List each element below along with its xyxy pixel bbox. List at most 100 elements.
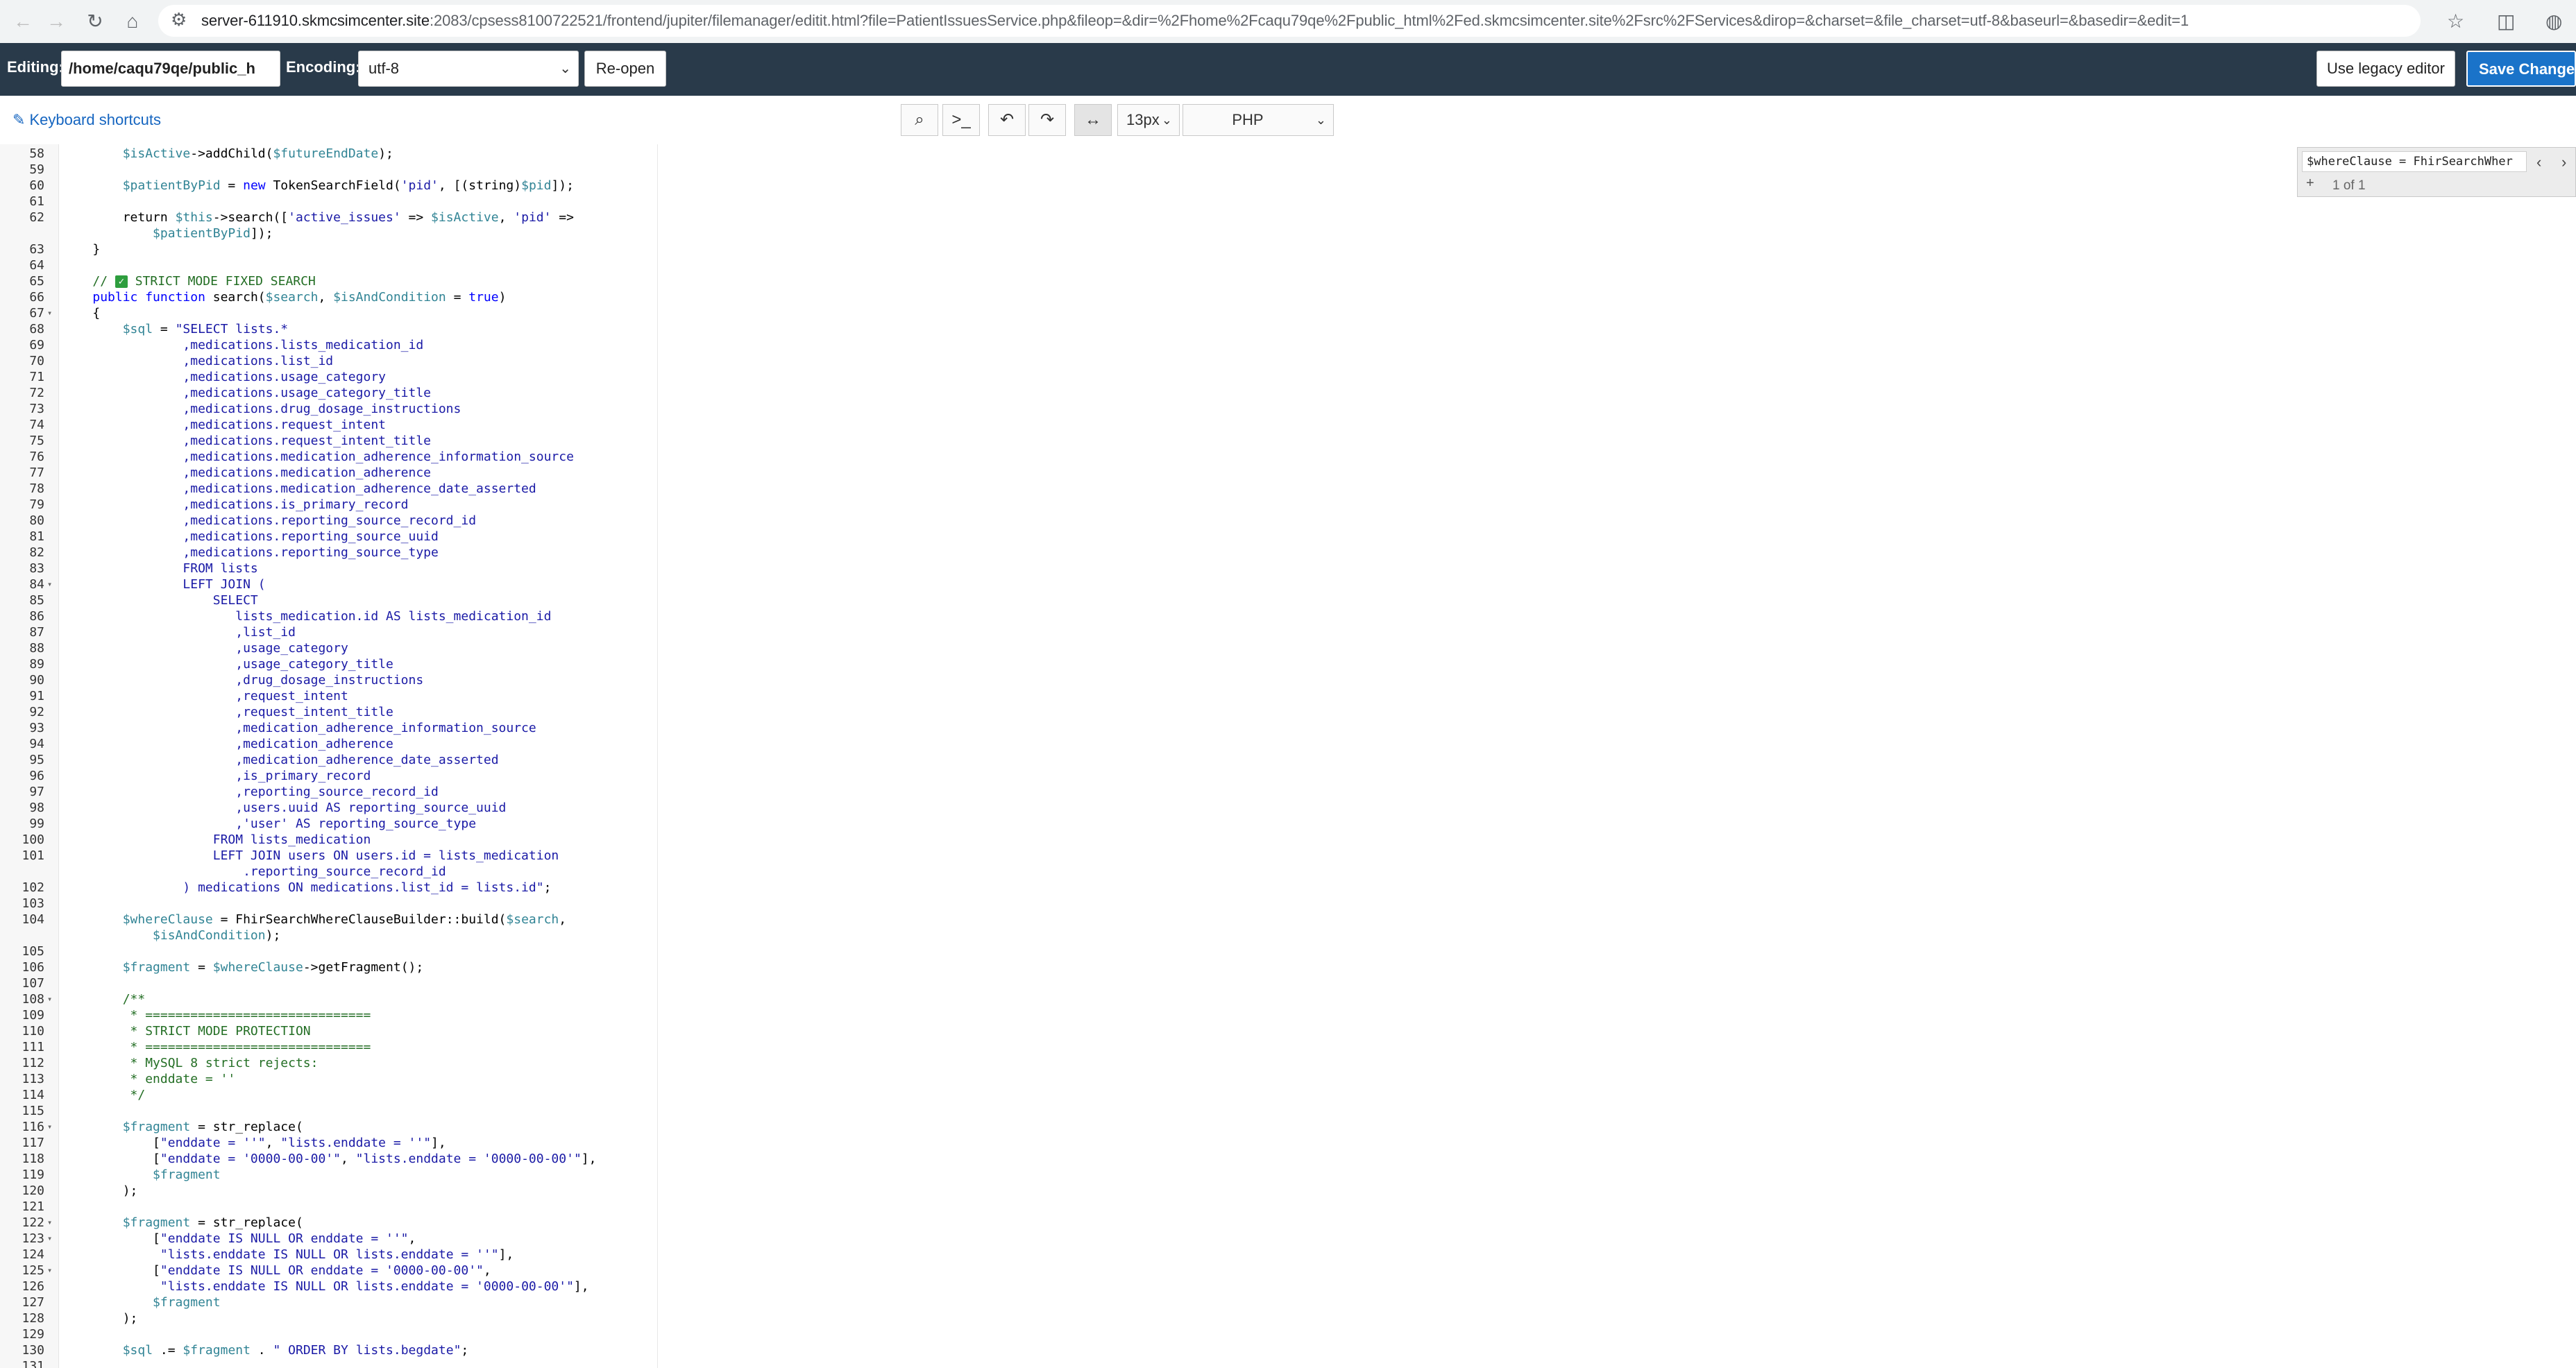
code-line[interactable]: 111 * ============================== bbox=[0, 1039, 2568, 1055]
address-url[interactable]: server-611910.skmcsimcenter.site:2083/cp… bbox=[201, 12, 2189, 30]
fold-toggle-icon[interactable]: ▾ bbox=[47, 1231, 52, 1247]
code-line[interactable]: 77 ,medications.medication_adherence bbox=[0, 465, 2568, 481]
code-line[interactable]: 103 bbox=[0, 896, 2568, 912]
code-line[interactable]: 76 ,medications.medication_adherence_inf… bbox=[0, 449, 2568, 465]
code-line[interactable]: 86 lists_medication.id AS lists_medicati… bbox=[0, 608, 2568, 624]
code-line[interactable]: 99 ,'user' AS reporting_source_type bbox=[0, 816, 2568, 832]
keyboard-shortcuts-link[interactable]: ✎ Keyboard shortcuts bbox=[12, 111, 161, 129]
fold-toggle-icon[interactable]: ▾ bbox=[47, 1263, 52, 1279]
code-line[interactable]: 131 bbox=[0, 1358, 2568, 1368]
mode-select[interactable]: PHP ⌄ bbox=[1183, 104, 1334, 136]
code-line[interactable]: 124 "lists.enddate IS NULL OR lists.endd… bbox=[0, 1247, 2568, 1263]
code-line[interactable]: 84 ▾ LEFT JOIN ( bbox=[0, 576, 2568, 592]
code-line[interactable]: 98 ,users.uuid AS reporting_source_uuid bbox=[0, 800, 2568, 816]
code-line[interactable]: 93 ,medication_adherence_information_sou… bbox=[0, 720, 2568, 736]
code-line[interactable]: 115 bbox=[0, 1103, 2568, 1119]
code-line[interactable]: 128 ); bbox=[0, 1310, 2568, 1326]
bookmark-star-icon[interactable]: ☆ bbox=[2447, 10, 2464, 33]
code-line[interactable]: 105 bbox=[0, 943, 2568, 959]
code-line[interactable]: 102 ) medications ON medications.list_id… bbox=[0, 880, 2568, 896]
fold-toggle-icon[interactable]: ▾ bbox=[47, 991, 52, 1007]
code-line[interactable]: 67 ▾ { bbox=[0, 305, 2568, 321]
code-line[interactable]: 108 ▾ /** bbox=[0, 991, 2568, 1007]
code-line[interactable]: 121 bbox=[0, 1199, 2568, 1215]
code-line[interactable]: 69 ,medications.lists_medication_id bbox=[0, 337, 2568, 353]
code-line[interactable]: 130 $sql .= $fragment . " ORDER BY lists… bbox=[0, 1342, 2568, 1358]
code-line[interactable]: 116 ▾ $fragment = str_replace( bbox=[0, 1119, 2568, 1135]
code-line[interactable]: 73 ,medications.drug_dosage_instructions bbox=[0, 401, 2568, 417]
font-size-select[interactable]: 13px ⌄ bbox=[1117, 104, 1180, 136]
code-line[interactable]: 112 * MySQL 8 strict rejects: bbox=[0, 1055, 2568, 1071]
code-line[interactable]: 126 "lists.enddate IS NULL OR lists.endd… bbox=[0, 1279, 2568, 1294]
find-next-icon[interactable]: › bbox=[2561, 153, 2566, 171]
code-line[interactable]: 94 ,medication_adherence bbox=[0, 736, 2568, 752]
code-line[interactable]: 100 FROM lists_medication bbox=[0, 832, 2568, 848]
code-line[interactable]: 68 $sql = "SELECT lists.* bbox=[0, 321, 2568, 337]
code-line[interactable]: 91 ,request_intent bbox=[0, 688, 2568, 704]
code-line[interactable]: 62 return $this->search(['active_issues'… bbox=[0, 210, 2568, 225]
save-changes-button[interactable]: Save Changes bbox=[2466, 51, 2576, 87]
redo-button[interactable]: ↷ bbox=[1028, 104, 1066, 136]
code-line[interactable]: 97 ,reporting_source_record_id bbox=[0, 784, 2568, 800]
wrap-toggle-button[interactable]: ↔ bbox=[1074, 104, 1112, 136]
code-line[interactable]: 89 ,usage_category_title bbox=[0, 656, 2568, 672]
code-line[interactable]: 122 ▾ $fragment = str_replace( bbox=[0, 1215, 2568, 1231]
goto-line-button[interactable]: >_ bbox=[942, 104, 980, 136]
profile-icon[interactable]: ◍ bbox=[2545, 10, 2562, 33]
code-line[interactable]: 90 ,drug_dosage_instructions bbox=[0, 672, 2568, 688]
code-line[interactable]: 119 $fragment bbox=[0, 1167, 2568, 1183]
code-line[interactable]: 125 ▾ ["enddate IS NULL OR enddate = '000… bbox=[0, 1263, 2568, 1279]
site-info-icon[interactable]: ⚙ bbox=[171, 9, 187, 31]
find-input[interactable]: $whereClause = FhirSearchWher bbox=[2302, 151, 2527, 172]
find-prev-icon[interactable]: ‹ bbox=[2536, 153, 2541, 171]
fold-toggle-icon[interactable]: ▾ bbox=[47, 1119, 52, 1135]
code-line[interactable]: 123 ▾ ["enddate IS NULL OR enddate = ''", bbox=[0, 1231, 2568, 1247]
code-line[interactable]: 110 * STRICT MODE PROTECTION bbox=[0, 1023, 2568, 1039]
forward-arrow-icon[interactable]: → bbox=[42, 7, 71, 36]
code-line[interactable]: 87 ,list_id bbox=[0, 624, 2568, 640]
code-line[interactable]: 117 ["enddate = ''", "lists.enddate = ''… bbox=[0, 1135, 2568, 1151]
code-line[interactable]: 65 // ✓ STRICT MODE FIXED SEARCH bbox=[0, 273, 2568, 289]
address-bar[interactable]: ⚙ server-611910.skmcsimcenter.site:2083/… bbox=[158, 5, 2421, 37]
code-line[interactable]: 114 */ bbox=[0, 1087, 2568, 1103]
reload-icon[interactable]: ↻ bbox=[80, 7, 110, 36]
code-line[interactable]: 104 $whereClause = FhirSearchWhereClause… bbox=[0, 912, 2568, 927]
extensions-icon[interactable]: ◫ bbox=[2497, 10, 2515, 33]
code-line[interactable]: 82 ,medications.reporting_source_type bbox=[0, 545, 2568, 561]
code-line[interactable]: 118 ["enddate = '0000-00-00'", "lists.en… bbox=[0, 1151, 2568, 1167]
code-line[interactable]: 85 SELECT bbox=[0, 592, 2568, 608]
expand-replace-icon[interactable]: + bbox=[2306, 176, 2314, 191]
back-arrow-icon[interactable]: ← bbox=[8, 7, 37, 36]
code-line[interactable]: 96 ,is_primary_record bbox=[0, 768, 2568, 784]
code-line[interactable]: 72 ,medications.usage_category_title bbox=[0, 385, 2568, 401]
code-line[interactable]: 127 $fragment bbox=[0, 1294, 2568, 1310]
fold-toggle-icon[interactable]: ▾ bbox=[47, 1215, 52, 1231]
code-line[interactable]: 107 bbox=[0, 975, 2568, 991]
code-line[interactable]: 78 ,medications.medication_adherence_dat… bbox=[0, 481, 2568, 497]
code-line[interactable]: 59 bbox=[0, 162, 2568, 178]
code-line[interactable]: .reporting_source_record_id bbox=[0, 864, 2568, 880]
fold-toggle-icon[interactable]: ▾ bbox=[47, 305, 52, 321]
code-line[interactable]: 71 ,medications.usage_category bbox=[0, 369, 2568, 385]
code-line[interactable]: 64 bbox=[0, 257, 2568, 273]
code-line[interactable]: 106 $fragment = $whereClause->getFragmen… bbox=[0, 959, 2568, 975]
code-line[interactable]: 120 ); bbox=[0, 1183, 2568, 1199]
encoding-select[interactable]: utf-8 ⌄ bbox=[358, 51, 579, 87]
code-line[interactable]: 129 bbox=[0, 1326, 2568, 1342]
reopen-button[interactable]: Re-open bbox=[584, 51, 666, 87]
code-line[interactable]: 81 ,medications.reporting_source_uuid bbox=[0, 529, 2568, 545]
code-editor[interactable]: 58 $isActive->addChild($futureEndDate); 5… bbox=[0, 144, 2576, 1368]
code-line[interactable]: 74 ,medications.request_intent bbox=[0, 417, 2568, 433]
code-line[interactable]: 61 bbox=[0, 194, 2568, 210]
code-line[interactable]: 63 } bbox=[0, 241, 2568, 257]
code-line[interactable]: 66 public function search($search, $isAn… bbox=[0, 289, 2568, 305]
code-line[interactable]: 70 ,medications.list_id bbox=[0, 353, 2568, 369]
code-line[interactable]: 79 ,medications.is_primary_record bbox=[0, 497, 2568, 513]
code-line[interactable]: $isAndCondition); bbox=[0, 927, 2568, 943]
code-line[interactable]: 88 ,usage_category bbox=[0, 640, 2568, 656]
code-line[interactable]: 75 ,medications.request_intent_title bbox=[0, 433, 2568, 449]
code-line[interactable]: 80 ,medications.reporting_source_record_… bbox=[0, 513, 2568, 529]
code-line[interactable]: $patientByPid]); bbox=[0, 225, 2568, 241]
code-line[interactable]: 60 $patientByPid = new TokenSearchField(… bbox=[0, 178, 2568, 194]
search-button[interactable]: ⌕ bbox=[901, 104, 938, 136]
